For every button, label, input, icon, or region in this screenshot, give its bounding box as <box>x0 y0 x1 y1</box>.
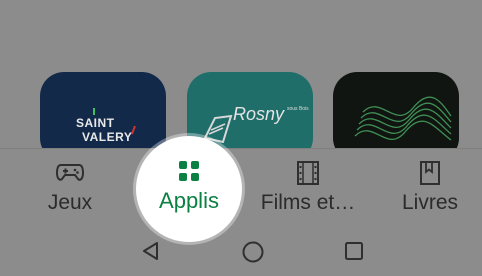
tab-livres-label: Livres <box>401 191 459 214</box>
saint-valery-logo-line-1: SAINT <box>76 116 115 130</box>
tab-applis-label: Applis <box>159 188 219 213</box>
recents-icon[interactable] <box>343 240 365 267</box>
rosny-logo-subtext: sous Bois <box>287 106 309 112</box>
tab-jeux[interactable]: Jeux <box>30 149 110 229</box>
saint-valery-logo-line-2: VALERY <box>82 130 133 144</box>
tab-livres[interactable]: Livres <box>388 149 472 229</box>
film-icon <box>295 160 321 191</box>
system-navigation-bar <box>0 228 482 276</box>
back-icon[interactable] <box>140 240 162 267</box>
tab-films[interactable]: Films et… <box>246 149 370 229</box>
rosny-logo-word: Rosny <box>233 104 285 124</box>
tab-films-label: Films et… <box>260 191 356 214</box>
home-icon[interactable] <box>241 240 265 269</box>
apps-grid-icon <box>177 159 201 188</box>
book-icon <box>418 160 442 191</box>
gamepad-icon <box>55 160 85 189</box>
tab-jeux-label: Jeux <box>47 191 93 214</box>
tab-applis[interactable]: Applis <box>136 148 242 228</box>
